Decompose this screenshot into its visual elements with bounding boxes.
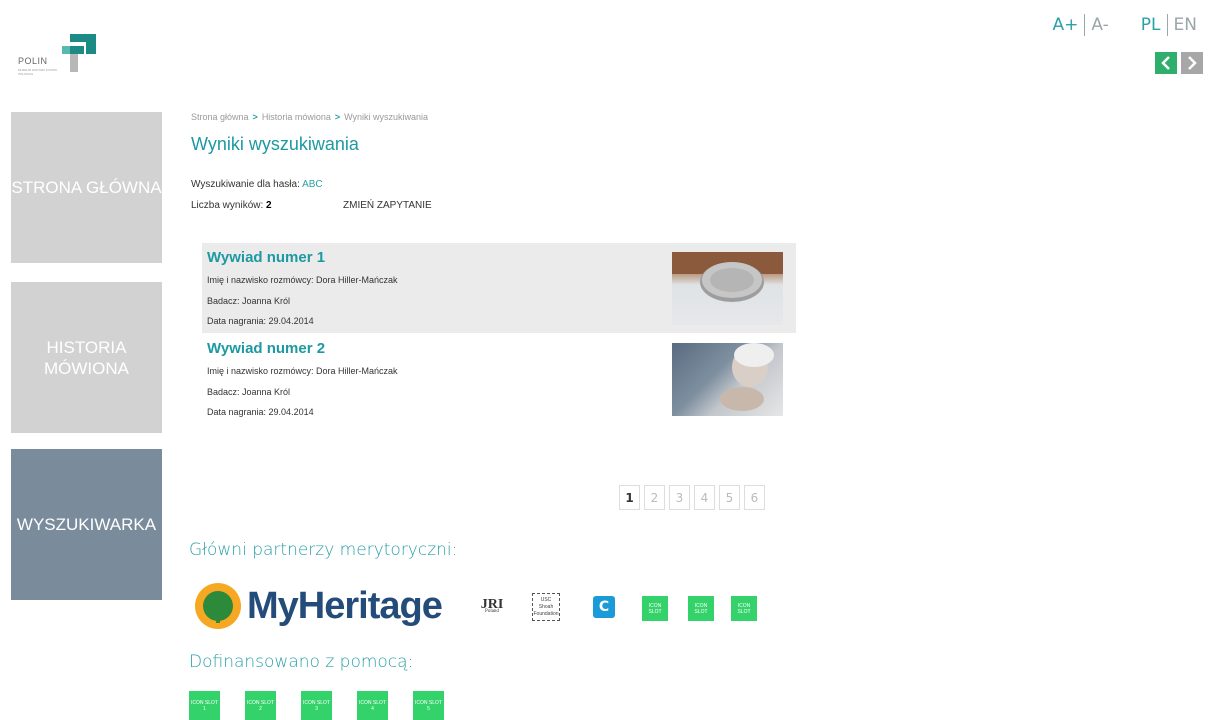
breadcrumb-home[interactable]: Strona główna <box>191 112 249 122</box>
funding-heading: Dofinansowano z pomocą: <box>189 652 414 672</box>
partners-heading: Główni partnerzy merytoryczni: <box>189 540 458 560</box>
result-count-label: Liczba wyników: <box>191 200 264 211</box>
result-item[interactable]: Wywiad numer 1 Imię i nazwisko rozmówcy:… <box>202 243 796 333</box>
myheritage-text: MyHeritage <box>247 584 443 627</box>
breadcrumb-separator: > <box>252 112 258 122</box>
sidebar-item-home[interactable]: STRONA GŁÓWNA <box>11 112 162 263</box>
result-date: Data nagrania: 29.04.2014 <box>207 316 314 326</box>
sidebar-item-label: HISTORIA MÓWIONA <box>44 337 129 378</box>
result-researcher: Badacz: Joanna Król <box>207 296 291 306</box>
myheritage-tree-icon <box>195 583 241 629</box>
result-item[interactable]: Wywiad numer 2 Imię i nazwisko rozmówcy:… <box>202 334 796 424</box>
sidebar-item-oral-history[interactable]: HISTORIA MÓWIONA <box>11 282 162 433</box>
logo-subtitle: MUZEUM HISTORII ŻYDÓW POLSKICH <box>18 68 57 76</box>
icon-slot[interactable]: ICON SLOT 4 <box>357 691 388 720</box>
jri-logo[interactable]: JRI Poland <box>480 593 504 623</box>
pagination: 1 2 3 4 5 6 <box>619 485 765 510</box>
icon-slot[interactable]: ICON SLOT <box>688 596 714 621</box>
breadcrumb-current: Wyniki wyszukiwania <box>344 112 429 122</box>
polin-logo[interactable]: POLIN MUZEUM HISTORII ŻYDÓW POLSKICH <box>18 32 98 82</box>
lang-pl-link[interactable]: PL <box>1135 14 1167 36</box>
change-query-button[interactable]: ZMIEŃ ZAPYTANIE <box>343 200 432 211</box>
query-info: Wyszukiwanie dla hasła: ABC <box>191 179 323 190</box>
result-count-value: 2 <box>266 200 272 211</box>
nav-arrows <box>1155 52 1203 74</box>
result-thumbnail[interactable] <box>672 252 783 325</box>
page-button[interactable]: 3 <box>669 485 690 510</box>
top-controls: A+ A- PL EN <box>1047 14 1203 36</box>
result-count: Liczba wyników: 2 <box>191 200 272 211</box>
sidebar-item-search[interactable]: WYSZUKIWARKA <box>11 449 162 600</box>
icon-slot[interactable]: ICON SLOT <box>642 596 668 621</box>
usc-shoah-logo[interactable]: USC Shoah Foundation <box>532 593 560 621</box>
breadcrumb-oral-history[interactable]: Historia mówiona <box>262 112 331 122</box>
sidebar-item-label: WYSZUKIWARKA <box>16 515 157 534</box>
query-value: ABC <box>302 179 323 190</box>
icon-slot[interactable]: ICON SLOT 5 <box>413 691 444 720</box>
page-button[interactable]: 1 <box>619 485 640 510</box>
result-title[interactable]: Wywiad numer 2 <box>207 340 325 357</box>
page-button[interactable]: 6 <box>744 485 765 510</box>
font-decrease-button[interactable]: A- <box>1085 14 1114 36</box>
result-researcher: Badacz: Joanna Król <box>207 387 291 397</box>
c-logo[interactable]: C <box>593 596 615 618</box>
font-increase-button[interactable]: A+ <box>1047 14 1085 36</box>
logo-text: POLIN <box>18 56 48 66</box>
page-button[interactable]: 4 <box>694 485 715 510</box>
result-date: Data nagrania: 29.04.2014 <box>207 407 314 417</box>
jri-text: JRI <box>480 597 504 612</box>
polin-logo-mark-icon <box>62 34 96 72</box>
myheritage-logo[interactable]: MyHeritage <box>195 583 443 629</box>
breadcrumb-separator: > <box>334 112 341 122</box>
prev-arrow-icon[interactable] <box>1155 52 1177 74</box>
sidebar-item-label: STRONA GŁÓWNA <box>11 178 162 197</box>
icon-slot[interactable]: ICON SLOT 3 <box>301 691 332 720</box>
icon-slot[interactable]: ICON SLOT 2 <box>245 691 276 720</box>
usc-text: USC Shoah Foundation <box>533 596 559 617</box>
page-button[interactable]: 5 <box>719 485 740 510</box>
result-interviewee: Imię i nazwisko rozmówcy: Dora Hiller-Ma… <box>207 366 398 376</box>
next-arrow-icon[interactable] <box>1181 52 1203 74</box>
lang-en-link[interactable]: EN <box>1168 14 1203 36</box>
result-thumbnail[interactable] <box>672 343 783 416</box>
result-title[interactable]: Wywiad numer 1 <box>207 249 325 266</box>
page-title: Wyniki wyszukiwania <box>191 134 359 154</box>
icon-slot[interactable]: ICON SLOT 1 <box>189 691 220 720</box>
breadcrumb: Strona główna > Historia mówiona > Wyniki wy… <box>191 112 428 122</box>
query-label: Wyszukiwanie dla hasła: <box>191 179 300 190</box>
page-button[interactable]: 2 <box>644 485 665 510</box>
icon-slot[interactable]: ICON SLOT <box>731 596 757 621</box>
result-interviewee: Imię i nazwisko rozmówcy: Dora Hiller-Ma… <box>207 275 398 285</box>
